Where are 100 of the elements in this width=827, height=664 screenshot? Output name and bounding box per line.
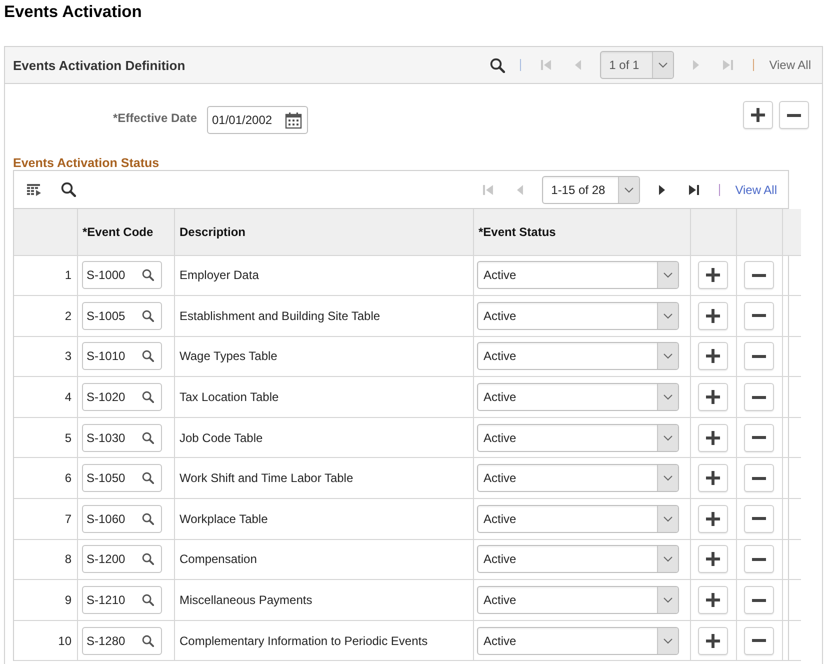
date-field[interactable]: 01/01/2002 bbox=[207, 106, 308, 134]
row-number: 10 bbox=[14, 620, 77, 661]
add-row-button[interactable] bbox=[698, 261, 728, 290]
minus-icon bbox=[752, 476, 766, 480]
calendar-icon[interactable] bbox=[285, 112, 302, 128]
add-row-button[interactable] bbox=[698, 504, 728, 533]
grid-settings-icon[interactable] bbox=[27, 184, 41, 196]
delete-row-button[interactable] bbox=[744, 464, 774, 492]
table-cell: Establishment and Building Site Table bbox=[174, 296, 473, 336]
status-select[interactable]: Active bbox=[476, 464, 678, 492]
delete-row-button[interactable] bbox=[744, 545, 774, 574]
chevron-down-icon bbox=[662, 556, 672, 562]
minus-icon bbox=[752, 517, 766, 520]
status-select[interactable]: Active bbox=[476, 383, 678, 412]
add-button[interactable] bbox=[743, 101, 773, 129]
plus-icon bbox=[706, 268, 720, 282]
minus-icon bbox=[752, 558, 766, 561]
status-select[interactable]: Active bbox=[476, 586, 678, 614]
chevron-down-icon bbox=[662, 434, 672, 441]
event-code-field[interactable]: S-1060 bbox=[82, 504, 162, 533]
row-number: 9 bbox=[14, 580, 77, 620]
chevron-down-icon bbox=[662, 353, 672, 360]
event-code-field[interactable]: S-1010 bbox=[82, 342, 162, 370]
last-page-icon[interactable] bbox=[688, 184, 700, 196]
event-code-field[interactable]: S-1000 bbox=[82, 261, 162, 290]
search-icon[interactable] bbox=[142, 350, 154, 362]
chevron-down-icon bbox=[662, 516, 672, 522]
plus-icon bbox=[706, 634, 720, 648]
plus-icon bbox=[706, 552, 720, 566]
status-select[interactable]: Active bbox=[476, 626, 678, 655]
add-row-button[interactable] bbox=[698, 545, 728, 574]
table-cell: Work Shift and Time Labor Table bbox=[174, 458, 473, 499]
search-icon[interactable] bbox=[61, 182, 76, 197]
search-icon[interactable] bbox=[142, 310, 154, 322]
search-icon[interactable] bbox=[142, 512, 154, 525]
minus-icon bbox=[752, 639, 766, 642]
status-select[interactable]: Active bbox=[476, 504, 678, 533]
delete-row-button[interactable] bbox=[744, 383, 774, 412]
minus-icon bbox=[752, 436, 766, 440]
add-row-button[interactable] bbox=[698, 383, 728, 412]
row-number: 6 bbox=[14, 458, 77, 499]
delete-row-button[interactable] bbox=[744, 586, 774, 614]
column-header: Description bbox=[174, 209, 473, 255]
plus-icon bbox=[706, 471, 720, 486]
minus-icon bbox=[752, 354, 766, 358]
plus-icon bbox=[706, 349, 720, 364]
page-range-select[interactable]: 1-15 of 28 bbox=[542, 176, 640, 204]
add-row-button[interactable] bbox=[698, 464, 728, 492]
minus-icon bbox=[752, 598, 766, 602]
add-row-button[interactable] bbox=[698, 626, 728, 655]
row-number: 8 bbox=[14, 539, 77, 580]
status-select[interactable]: Active bbox=[476, 424, 678, 452]
delete-row-button[interactable] bbox=[744, 342, 774, 370]
status-select[interactable]: Active bbox=[476, 545, 678, 574]
table-cell: Workplace Table bbox=[174, 498, 473, 540]
chevron-down-icon bbox=[662, 638, 672, 644]
search-icon[interactable] bbox=[142, 391, 154, 404]
status-select[interactable]: Active bbox=[476, 302, 678, 330]
plus-icon bbox=[706, 308, 720, 323]
search-icon[interactable] bbox=[142, 269, 154, 282]
delete-button[interactable] bbox=[779, 101, 809, 129]
table-cell: Complementary Information to Periodic Events bbox=[174, 620, 473, 661]
add-row-button[interactable] bbox=[698, 424, 728, 452]
plus-icon bbox=[706, 593, 720, 608]
chevron-down-icon bbox=[662, 475, 672, 482]
add-row-button[interactable] bbox=[698, 302, 728, 330]
search-icon[interactable] bbox=[142, 432, 154, 444]
search-icon[interactable] bbox=[142, 634, 154, 647]
add-row-button[interactable] bbox=[698, 342, 728, 370]
chevron-down-icon bbox=[658, 62, 668, 68]
table-cell: Tax Location Table bbox=[174, 376, 473, 418]
delete-row-button[interactable] bbox=[744, 261, 774, 290]
event-code-field[interactable]: S-1030 bbox=[82, 424, 162, 452]
delete-row-button[interactable] bbox=[744, 424, 774, 452]
search-icon[interactable] bbox=[142, 472, 154, 484]
chevron-down-icon bbox=[662, 394, 672, 400]
event-code-field[interactable]: S-1280 bbox=[82, 626, 162, 655]
event-code-field[interactable]: S-1210 bbox=[82, 586, 162, 614]
table-cell: Compensation bbox=[174, 539, 473, 580]
search-icon[interactable] bbox=[142, 594, 154, 606]
status-select[interactable]: Active bbox=[476, 261, 678, 290]
status-select[interactable]: Active bbox=[476, 342, 678, 370]
event-code-field[interactable]: S-1050 bbox=[82, 464, 162, 492]
event-code-field[interactable]: S-1005 bbox=[82, 302, 162, 330]
delete-row-button[interactable] bbox=[744, 504, 774, 533]
plus-icon bbox=[706, 430, 720, 445]
view-all-link[interactable]: View All bbox=[735, 182, 777, 196]
chevron-down-icon bbox=[662, 597, 672, 604]
section-title: Events Activation Status bbox=[13, 156, 160, 170]
event-code-field[interactable]: S-1020 bbox=[82, 383, 162, 412]
row-number: 7 bbox=[14, 498, 77, 540]
row-number: 5 bbox=[14, 417, 77, 458]
column-header: *Event Status bbox=[473, 209, 690, 255]
delete-row-button[interactable] bbox=[744, 302, 774, 330]
column-header: *Event Code bbox=[77, 209, 174, 255]
search-icon[interactable] bbox=[142, 553, 154, 566]
add-row-button[interactable] bbox=[698, 586, 728, 614]
search-icon[interactable] bbox=[490, 58, 506, 72]
delete-row-button[interactable] bbox=[744, 626, 774, 655]
event-code-field[interactable]: S-1200 bbox=[82, 545, 162, 574]
